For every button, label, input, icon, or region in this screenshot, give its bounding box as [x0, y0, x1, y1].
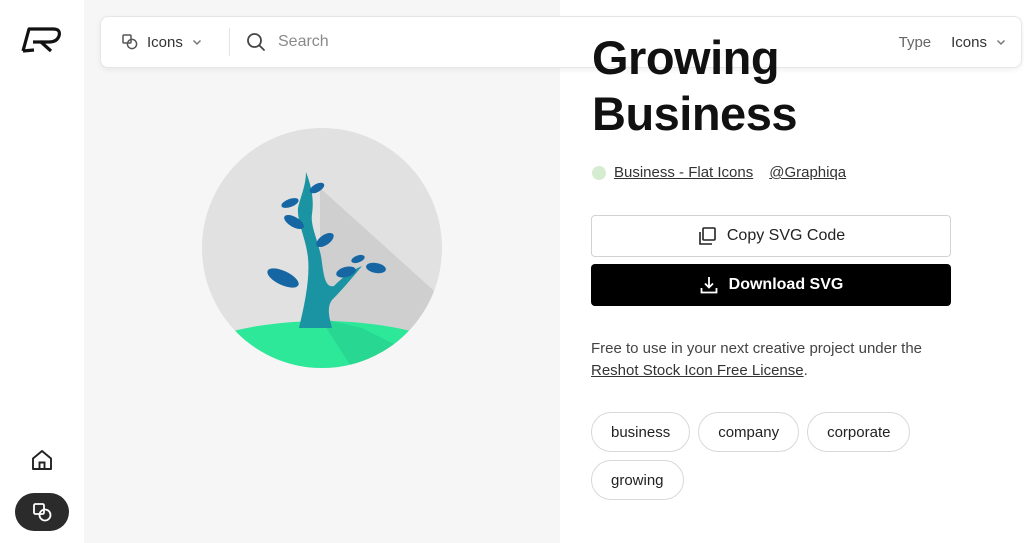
icon-preview-panel	[84, 0, 560, 543]
icons-shapes-icon	[33, 503, 52, 522]
download-icon	[700, 277, 718, 294]
icon-title-line1: Growing	[592, 31, 780, 84]
nav-home[interactable]	[28, 446, 56, 474]
copy-svg-label: Copy SVG Code	[726, 227, 846, 244]
nav-icons[interactable]	[15, 493, 69, 531]
tag[interactable]: corporate	[807, 412, 911, 452]
chevron-down-icon	[192, 39, 201, 46]
search-scope-dropdown[interactable]: Icons	[101, 17, 229, 67]
download-svg-button[interactable]: Download SVG	[591, 264, 951, 306]
tag-list: business company corporate growing	[591, 412, 991, 500]
home-icon	[32, 450, 52, 470]
author-link[interactable]: @Graphiqa	[769, 164, 846, 181]
tag[interactable]: growing	[591, 460, 684, 500]
license-text: Free to use in your next creative projec…	[591, 338, 971, 382]
reshot-logo[interactable]	[20, 24, 64, 54]
icon-meta: Business - Flat Icons @Graphiqa	[592, 164, 846, 181]
copy-svg-button[interactable]: Copy SVG Code	[591, 215, 951, 257]
copy-icon	[699, 227, 716, 245]
license-text-before: Free to use in your next creative projec…	[591, 340, 923, 357]
icon-detail-panel: Growing Business Business - Flat Icons @…	[560, 0, 1024, 543]
growing-business-illustration	[202, 128, 442, 368]
license-text-after: .	[803, 362, 808, 379]
side-rail	[0, 0, 84, 543]
tag[interactable]: business	[591, 412, 691, 452]
icon-title-line2: Business	[592, 87, 797, 140]
search-scope-label: Icons	[147, 33, 183, 51]
tag[interactable]: company	[698, 412, 800, 452]
icons-shapes-icon	[122, 34, 138, 50]
collection-link[interactable]: Business - Flat Icons	[614, 164, 753, 181]
icon-title: Growing Business	[592, 30, 797, 142]
download-svg-label: Download SVG	[728, 276, 844, 293]
license-link[interactable]: Reshot Stock Icon Free License	[591, 362, 804, 379]
collection-dot	[592, 165, 606, 180]
search-icon	[247, 33, 265, 51]
